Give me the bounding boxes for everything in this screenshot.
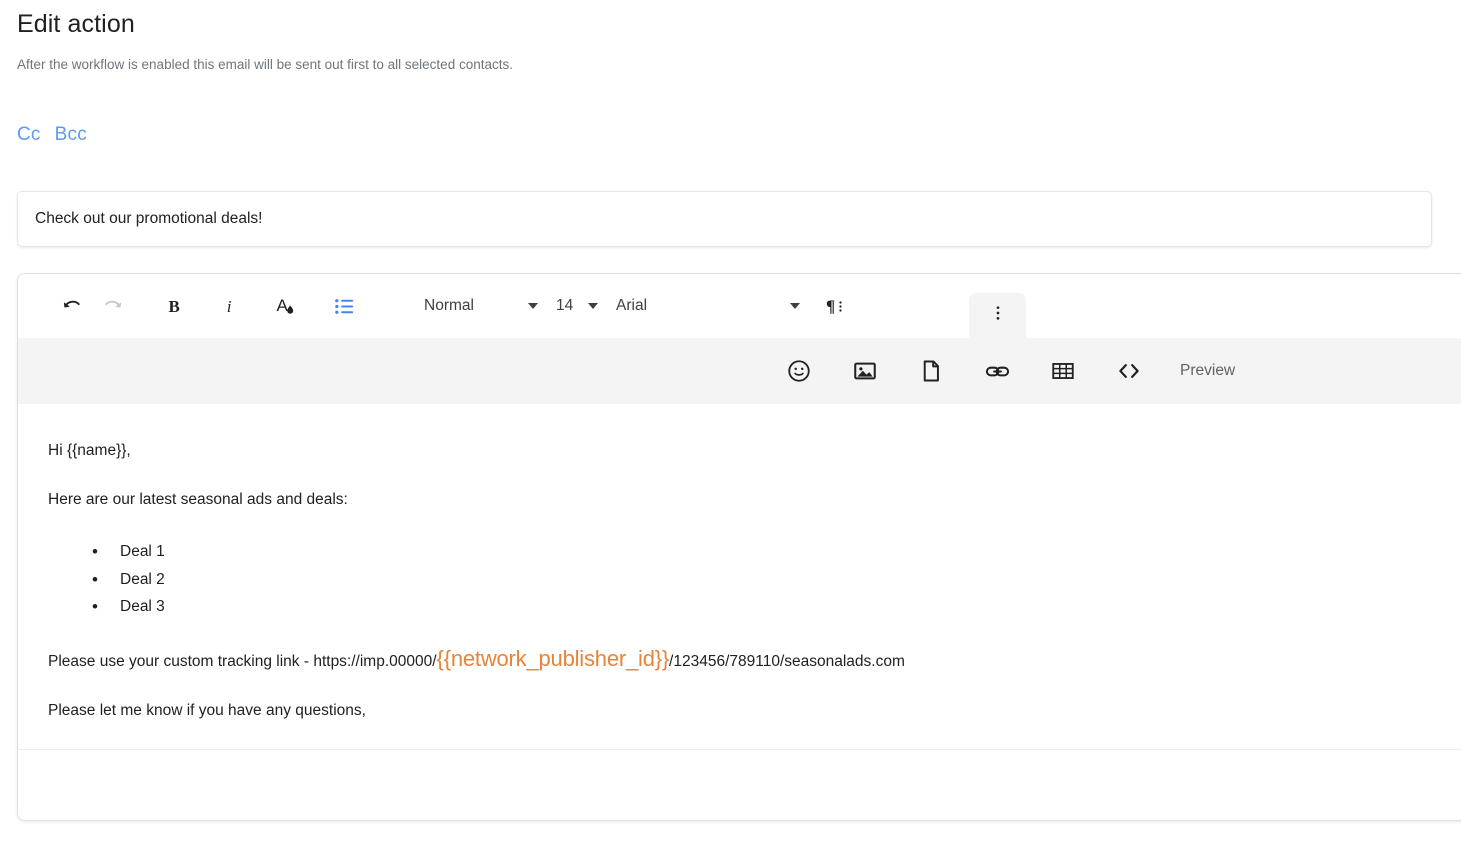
tracking-link-suffix: /123456/789110/seasonalads.com: [669, 652, 905, 670]
svg-text:B: B: [169, 297, 180, 316]
insert-image-icon[interactable]: [846, 352, 884, 390]
editor-toolbar-secondary: Preview: [18, 338, 1461, 404]
page-title: Edit action: [17, 10, 135, 38]
text-style-value: Normal: [424, 297, 474, 314]
source-code-icon[interactable]: [1110, 352, 1148, 390]
svg-text:i: i: [227, 297, 232, 316]
emoji-icon[interactable]: [780, 352, 818, 390]
italic-icon[interactable]: i: [210, 286, 250, 326]
chevron-down-icon: [528, 303, 538, 309]
paragraph-format-icon[interactable]: ¶: [816, 286, 856, 326]
redo-icon[interactable]: [92, 286, 132, 326]
body-tracking-link: Please use your custom tracking link - h…: [48, 645, 1461, 672]
text-style-select[interactable]: Normal: [424, 286, 538, 326]
undo-icon[interactable]: [52, 286, 92, 326]
list-item: Deal 2: [92, 566, 1461, 594]
bcc-link[interactable]: Bcc: [55, 122, 87, 148]
list-item: Deal 1: [92, 538, 1461, 566]
tracking-link-prefix: Please use your custom tracking link - h…: [48, 652, 437, 670]
kebab-menu-icon: [988, 303, 1008, 328]
insert-table-icon[interactable]: [1044, 352, 1082, 390]
email-editor-card: B i A Normal 14 Arial ¶ Preview Hi {{nam…: [17, 273, 1461, 821]
preview-button[interactable]: Preview: [1180, 362, 1235, 380]
bold-icon[interactable]: B: [154, 286, 194, 326]
list-item: Deal 3: [92, 593, 1461, 621]
more-options-tab[interactable]: [969, 293, 1026, 338]
chevron-down-icon: [588, 303, 598, 309]
text-color-icon[interactable]: A: [266, 286, 306, 326]
body-greeting: Hi {{name}},: [48, 442, 131, 459]
deals-list: Deal 1 Deal 2 Deal 3: [48, 538, 1461, 621]
editor-toolbar-primary: B i A Normal 14 Arial ¶: [18, 274, 1461, 338]
email-body-editor[interactable]: Hi {{name}}, Here are our latest seasona…: [18, 404, 1461, 750]
merge-tag-network-publisher-id: {{network_publisher_id}}: [436, 645, 670, 671]
subject-field[interactable]: [17, 191, 1432, 247]
subject-input[interactable]: [35, 210, 1414, 228]
edit-action-page: Edit action After the workflow is enable…: [0, 0, 1461, 847]
font-family-select[interactable]: Arial: [616, 286, 800, 326]
insert-file-icon[interactable]: [912, 352, 950, 390]
page-subtitle: After the workflow is enabled this email…: [17, 57, 513, 72]
font-size-select[interactable]: 14: [556, 286, 598, 326]
recipient-links: Cc Bcc: [17, 122, 87, 148]
body-intro: Here are our latest seasonal ads and dea…: [48, 491, 348, 508]
font-size-value: 14: [556, 297, 574, 314]
chevron-down-icon: [790, 303, 800, 309]
editor-footer: [18, 750, 1461, 820]
svg-text:¶: ¶: [826, 297, 835, 316]
svg-text:A: A: [277, 296, 289, 315]
body-signature: Affiliate Manager: [48, 749, 1461, 750]
insert-link-icon[interactable]: [978, 352, 1016, 390]
font-family-value: Arial: [616, 297, 648, 314]
cc-link[interactable]: Cc: [17, 122, 41, 148]
body-closing: Please let me know if you have any quest…: [48, 701, 366, 719]
bullet-list-icon[interactable]: [324, 286, 364, 326]
